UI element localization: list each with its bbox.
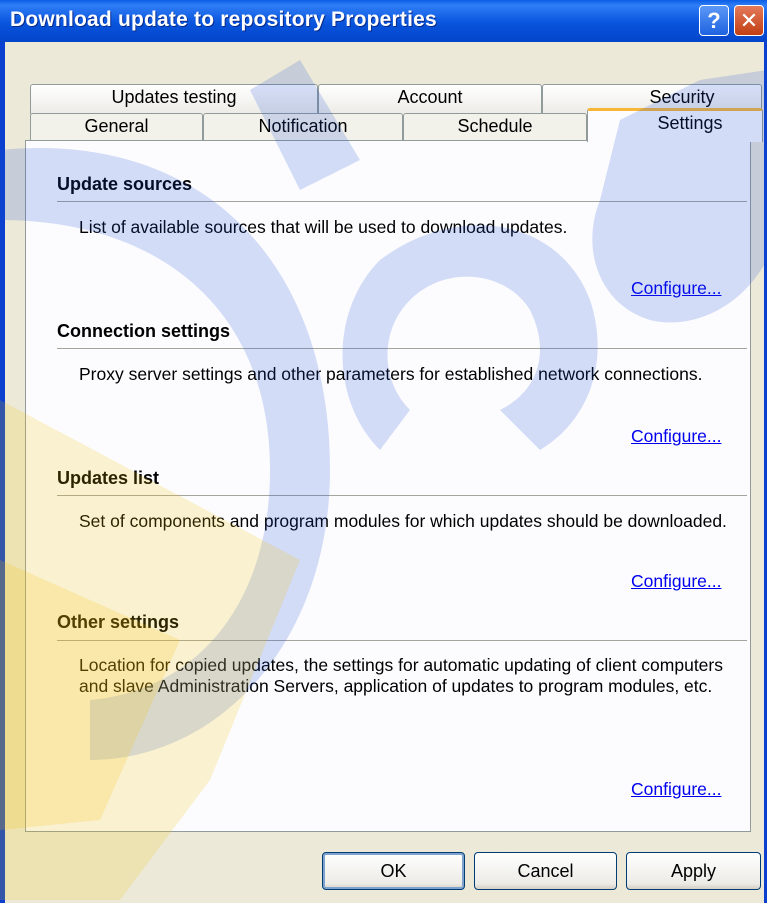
tab-label: Notification (258, 116, 348, 136)
section-divider (57, 640, 747, 641)
tab-updates-testing[interactable]: Updates testing (30, 84, 318, 114)
window-frame-left (0, 42, 5, 903)
section-title-update-sources: Update sources (57, 174, 193, 194)
tab-settings[interactable]: Settings (587, 108, 763, 142)
tab-general[interactable]: General (30, 113, 203, 141)
section-desc-update-sources: List of available sources that will be u… (79, 217, 568, 237)
section-title-other-settings: Other settings (57, 612, 180, 632)
section-divider (57, 201, 747, 202)
settings-panel: Update sources List of available sources… (25, 140, 751, 832)
section-desc-updates-list: Set of components and program modules fo… (79, 511, 727, 531)
tab-schedule[interactable]: Schedule (403, 113, 587, 141)
cancel-button[interactable]: Cancel (474, 852, 617, 890)
tab-account[interactable]: Account (318, 84, 542, 114)
section-desc-connection-settings: Proxy server settings and other paramete… (79, 364, 703, 384)
section-divider (57, 348, 747, 349)
tab-label: General (84, 116, 149, 136)
section-title-connection-settings: Connection settings (57, 321, 231, 341)
configure-updates-list-link[interactable]: Configure... (631, 571, 721, 592)
help-button[interactable]: ? (699, 5, 729, 36)
apply-button-label: Apply (670, 860, 717, 881)
tab-notification[interactable]: Notification (203, 113, 403, 141)
section-divider (57, 495, 747, 496)
window-title: Download update to repository Properties (10, 8, 437, 31)
configure-update-sources-link[interactable]: Configure... (631, 278, 721, 299)
ok-button-label: OK (380, 860, 407, 881)
section-desc-other-settings: Location for copied updates, the setting… (79, 655, 723, 696)
tab-label: Security (649, 87, 715, 107)
tab-label: Schedule (457, 116, 533, 136)
close-button[interactable]: ✕ (734, 5, 764, 36)
title-bar[interactable]: Download update to repository Properties… (0, 0, 767, 42)
tab-label: Account (397, 87, 463, 107)
tab-label: Settings (657, 113, 723, 133)
help-icon: ? (707, 7, 721, 33)
section-title-updates-list: Updates list (57, 468, 160, 488)
configure-connection-settings-link[interactable]: Configure... (631, 426, 721, 447)
apply-button[interactable]: Apply (626, 852, 761, 890)
ok-button[interactable]: OK (322, 852, 465, 890)
tab-label: Updates testing (111, 87, 237, 107)
configure-other-settings-link[interactable]: Configure... (631, 779, 721, 800)
close-icon: ✕ (739, 7, 759, 33)
cancel-button-label: Cancel (517, 860, 574, 881)
